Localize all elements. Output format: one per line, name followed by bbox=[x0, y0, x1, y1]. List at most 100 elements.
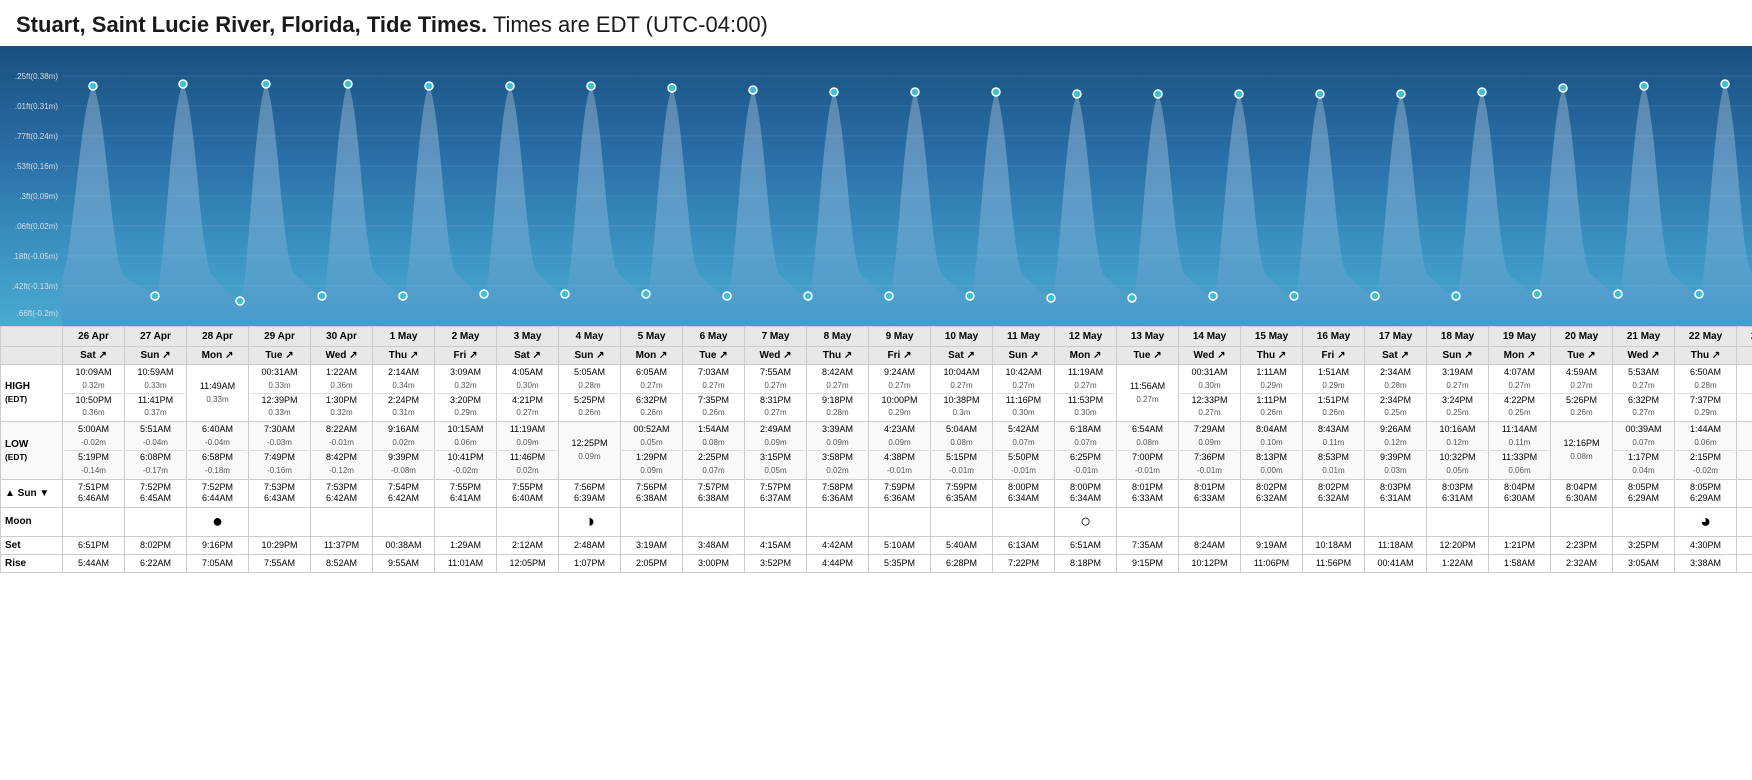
table-cell: 3:00PM bbox=[683, 554, 745, 572]
table-cell: 5:40AM bbox=[931, 536, 993, 554]
date-6may[interactable]: 6 May bbox=[683, 327, 745, 347]
date-30apr[interactable]: 30 Apr bbox=[311, 327, 373, 347]
day-wed0: Wed ↗ bbox=[311, 347, 373, 365]
date-header-row: 26 Apr 27 Apr 28 Apr 29 Apr 30 Apr 1 May… bbox=[1, 327, 1752, 347]
date-20may[interactable]: 20 May bbox=[1551, 327, 1613, 347]
table-cell: 1:54AM0.08m2:25PM0.07m bbox=[683, 422, 745, 479]
date-19may[interactable]: 19 May bbox=[1489, 327, 1551, 347]
table-cell: 7:56PM6:39AM bbox=[559, 479, 621, 507]
table-cell: 8:05PM6:29AM bbox=[1613, 479, 1675, 507]
date-28apr[interactable]: 28 Apr bbox=[187, 327, 249, 347]
table-cell: 7:57PM6:38AM bbox=[683, 479, 745, 507]
date-26apr[interactable]: 26 Apr bbox=[63, 327, 125, 347]
table-cell: 1:29AM bbox=[435, 536, 497, 554]
table-cell: 3:38AM bbox=[1675, 554, 1737, 572]
table-row: LOW(EDT)5:00AM-0.02m5:19PM-0.14m5:51AM-0… bbox=[1, 422, 1752, 479]
date-9may[interactable]: 9 May bbox=[869, 327, 931, 347]
table-cell: 10:15AM0.06m10:41PM-0.02m bbox=[435, 422, 497, 479]
day-thu2: Thu ↗ bbox=[1241, 347, 1303, 365]
date-15may[interactable]: 15 May bbox=[1241, 327, 1303, 347]
date-21may[interactable]: 21 May bbox=[1613, 327, 1675, 347]
day-header-row: Sat ↗ Sun ↗ Mon ↗ Tue ↗ Wed ↗ Thu ↗ Fri … bbox=[1, 347, 1752, 365]
row-label: HIGH(EDT) bbox=[1, 365, 63, 422]
date-2may[interactable]: 2 May bbox=[435, 327, 497, 347]
svg-text:.18ft(-0.05m): .18ft(-0.05m) bbox=[12, 252, 58, 261]
date-3may[interactable]: 3 May bbox=[497, 327, 559, 347]
table-cell: 11:18AM bbox=[1365, 536, 1427, 554]
day-sun1: Sun ↗ bbox=[559, 347, 621, 365]
table-cell: 2:45AM0.05m3:10PM-0.07m bbox=[1737, 422, 1752, 479]
date-18may[interactable]: 18 May bbox=[1427, 327, 1489, 347]
date-13may[interactable]: 13 May bbox=[1117, 327, 1179, 347]
table-cell: 6:05AM0.27m6:32PM0.26m bbox=[621, 365, 683, 422]
table-cell: 12:16PM0.08m bbox=[1551, 422, 1613, 479]
table-cell: 4:05AM0.30m4:21PM0.27m bbox=[497, 365, 559, 422]
date-7may[interactable]: 7 May bbox=[745, 327, 807, 347]
table-cell: 7:55PM6:40AM bbox=[497, 479, 559, 507]
table-cell: 1:22AM bbox=[1427, 554, 1489, 572]
table-cell: 00:39AM0.07m1:17PM0.04m bbox=[1613, 422, 1675, 479]
table-cell bbox=[497, 508, 559, 536]
date-16may[interactable]: 16 May bbox=[1303, 327, 1365, 347]
table-cell: 3:52PM bbox=[745, 554, 807, 572]
date-5may[interactable]: 5 May bbox=[621, 327, 683, 347]
table-cell: 10:04AM0.27m10:38PM0.3m bbox=[931, 365, 993, 422]
table-cell bbox=[373, 508, 435, 536]
date-27apr[interactable]: 27 Apr bbox=[125, 327, 187, 347]
table-cell: 10:42AM0.27m11:16PM0.30m bbox=[993, 365, 1055, 422]
day-fri3: Fri ↗ bbox=[1737, 347, 1752, 365]
table-cell: 8:02PM bbox=[125, 536, 187, 554]
table-cell: 10:09AM0.32m10:50PM0.36m bbox=[63, 365, 125, 422]
table-row: ▲ Sun ▼7:51PM6:46AM7:52PM6:45AM7:52PM6:4… bbox=[1, 479, 1752, 507]
date-22may[interactable]: 22 May bbox=[1675, 327, 1737, 347]
date-8may[interactable]: 8 May bbox=[807, 327, 869, 347]
table-cell bbox=[745, 508, 807, 536]
svg-text:.42ft(-0.13m): .42ft(-0.13m) bbox=[12, 282, 58, 291]
table-cell: 9:55AM bbox=[373, 554, 435, 572]
table-cell: 12:05PM bbox=[497, 554, 559, 572]
table-cell: 8:04AM0.10m8:13PM0.00m bbox=[1241, 422, 1303, 479]
table-cell: 7:03AM0.27m7:35PM0.26m bbox=[683, 365, 745, 422]
table-cell: 2:32AM bbox=[1551, 554, 1613, 572]
table-cell: 2:34AM0.28m2:34PM0.25m bbox=[1365, 365, 1427, 422]
table-cell: 9:24AM0.27m10:00PM0.29m bbox=[869, 365, 931, 422]
date-29apr[interactable]: 29 Apr bbox=[249, 327, 311, 347]
day-thu1: Thu ↗ bbox=[807, 347, 869, 365]
table-cell: 11:06PM bbox=[1241, 554, 1303, 572]
table-cell: 4:23AM0.09m4:38PM-0.01m bbox=[869, 422, 931, 479]
svg-text:.53ft(0.16m): .53ft(0.16m) bbox=[15, 162, 58, 171]
table-cell: 4:59AM0.27m5:26PM0.26m bbox=[1551, 365, 1613, 422]
day-thu3: Thu ↗ bbox=[1675, 347, 1737, 365]
table-row: HIGH(EDT)10:09AM0.32m10:50PM0.36m10:59AM… bbox=[1, 365, 1752, 422]
data-table-wrapper: 26 Apr 27 Apr 28 Apr 29 Apr 30 Apr 1 May… bbox=[0, 326, 1752, 573]
corner-cell bbox=[1, 327, 63, 347]
table-cell: 8:24AM bbox=[1179, 536, 1241, 554]
table-cell bbox=[1737, 536, 1752, 554]
date-12may[interactable]: 12 May bbox=[1055, 327, 1117, 347]
table-cell bbox=[1737, 554, 1752, 572]
day-sat1: Sat ↗ bbox=[497, 347, 559, 365]
table-cell bbox=[993, 508, 1055, 536]
table-cell: 00:41AM bbox=[1365, 554, 1427, 572]
day-fri0: Fri ↗ bbox=[435, 347, 497, 365]
table-cell bbox=[1179, 508, 1241, 536]
date-11may[interactable]: 11 May bbox=[993, 327, 1055, 347]
date-14may[interactable]: 14 May bbox=[1179, 327, 1241, 347]
table-cell: 8:04PM6:30AM bbox=[1551, 479, 1613, 507]
table-cell: 7:52PM6:44AM bbox=[187, 479, 249, 507]
table-cell bbox=[1427, 508, 1489, 536]
date-10may[interactable]: 10 May bbox=[931, 327, 993, 347]
table-cell: 9:26AM0.12m9:39PM0.03m bbox=[1365, 422, 1427, 479]
date-1may[interactable]: 1 May bbox=[373, 327, 435, 347]
table-cell: 7:30AM-0.03m7:49PM-0.16m bbox=[249, 422, 311, 479]
day-wed1: Wed ↗ bbox=[745, 347, 807, 365]
tide-table: 26 Apr 27 Apr 28 Apr 29 Apr 30 Apr 1 May… bbox=[0, 326, 1752, 573]
date-23may[interactable]: 23 May bbox=[1737, 327, 1752, 347]
date-17may[interactable]: 17 May bbox=[1365, 327, 1427, 347]
table-cell bbox=[1551, 508, 1613, 536]
table-cell: 7:22PM bbox=[993, 554, 1055, 572]
table-cell: 00:52AM0.05m1:29PM0.09m bbox=[621, 422, 683, 479]
table-cell: 8:03PM6:31AM bbox=[1427, 479, 1489, 507]
table-cell: 4:42AM bbox=[807, 536, 869, 554]
date-4may[interactable]: 4 May bbox=[559, 327, 621, 347]
